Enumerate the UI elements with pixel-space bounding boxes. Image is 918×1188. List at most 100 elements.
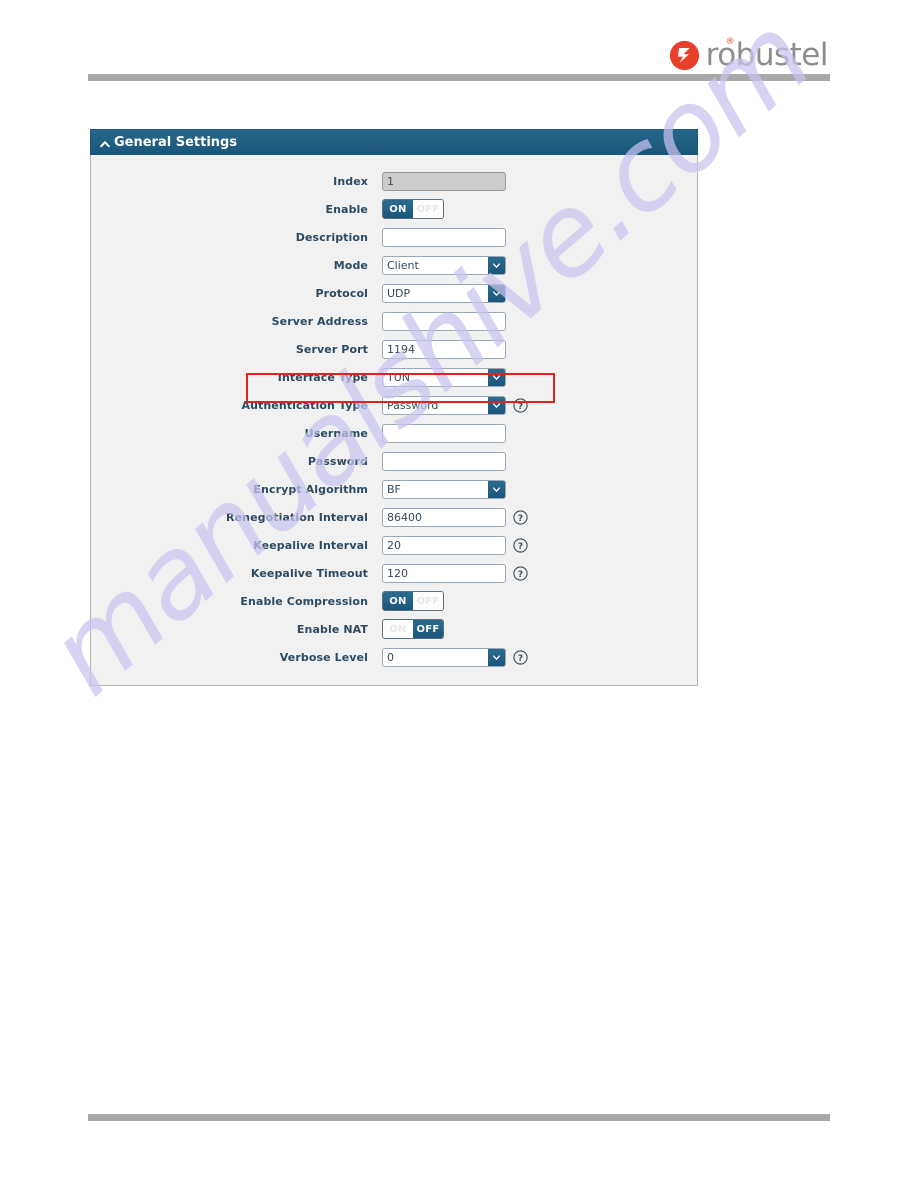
field-control-encrypt-algorithm: BF (382, 479, 528, 499)
renegotiation-interval-input[interactable] (382, 507, 506, 527)
field-label-description: Description (295, 230, 368, 244)
form-row-description: Description (91, 223, 697, 251)
enable-toggle-on[interactable]: ON (383, 200, 413, 218)
field-label-username: Username (304, 426, 368, 440)
form-row-keepalive-timeout: Keepalive Timeout? (91, 559, 697, 587)
panel-body: IndexEnableONOFFDescriptionModeClientPro… (91, 155, 697, 685)
mode-select-value: Client (387, 258, 419, 272)
enable-nat-toggle[interactable]: ON OFF (382, 619, 444, 639)
form-row-server-port: Server Port (91, 335, 697, 363)
field-control-mode: Client (382, 255, 528, 275)
field-label-verbose-level: Verbose Level (279, 650, 368, 664)
index-input (382, 171, 506, 191)
field-control-interface-type: TUN (382, 367, 528, 387)
keepalive-timeout-input[interactable] (382, 563, 506, 583)
page-header: robustel ® (0, 0, 918, 90)
field-label-enable-compression: Enable Compression (240, 594, 368, 608)
mode-select[interactable]: Client (382, 255, 506, 275)
form-row-verbose-level: Verbose Level 0? (91, 643, 697, 671)
form-row-protocol: Protocol UDP (91, 279, 697, 307)
interface-type-select[interactable]: TUN (382, 367, 506, 387)
field-label-server-address: Server Address (271, 314, 368, 328)
enable-toggle[interactable]: ON OFF (382, 199, 444, 219)
keepalive-interval-input[interactable] (382, 535, 506, 555)
protocol-select[interactable]: UDP (382, 283, 506, 303)
field-control-enable-compression: ON OFF (382, 591, 466, 611)
password-input[interactable] (382, 451, 506, 471)
general-settings-panel: General Settings IndexEnableONOFFDescrip… (90, 129, 698, 686)
enable-toggle-off[interactable]: OFF (413, 200, 443, 218)
field-label-server-port: Server Port (295, 342, 368, 356)
field-label-enable: Enable (325, 202, 368, 216)
chevron-down-icon[interactable] (488, 256, 505, 274)
field-control-authentication-type: Password? (382, 395, 528, 415)
authentication-type-select[interactable]: Password (382, 395, 506, 415)
field-control-verbose-level: 0? (382, 647, 528, 667)
interface-type-select-value: TUN (387, 370, 410, 384)
help-icon[interactable]: ? (513, 509, 528, 525)
form-row-password: Password (91, 447, 697, 475)
field-label-renegotiation-interval: Renegotiation Interval (226, 510, 368, 524)
field-label-encrypt-algorithm: Encrypt Algorithm (253, 482, 368, 496)
field-control-enable-nat: ON OFF (382, 619, 466, 639)
enable-compression-toggle-on[interactable]: ON (383, 592, 413, 610)
field-label-password: Password (307, 454, 368, 468)
enable-nat-toggle-on[interactable]: ON (383, 620, 413, 638)
caret-up-icon[interactable] (99, 137, 111, 149)
server-address-input[interactable] (382, 311, 506, 331)
brand-logo: robustel ® (669, 37, 830, 73)
form-row-enable: Enable ON OFF (91, 195, 697, 223)
chevron-down-icon[interactable] (488, 368, 505, 386)
field-control-description (382, 227, 528, 247)
chevron-down-icon[interactable] (488, 284, 505, 302)
help-icon[interactable]: ? (513, 649, 528, 665)
field-control-keepalive-interval: ? (382, 535, 528, 555)
form-row-server-address: Server Address (91, 307, 697, 335)
form-row-enable-nat: Enable NAT ON OFF (91, 615, 697, 643)
field-control-renegotiation-interval: ? (382, 507, 528, 527)
form-row-keepalive-interval: Keepalive Interval? (91, 531, 697, 559)
field-control-enable: ON OFF (382, 199, 466, 219)
form-row-index: Index (91, 167, 697, 195)
field-label-interface-type: Interface Type (277, 370, 368, 384)
field-control-keepalive-timeout: ? (382, 563, 528, 583)
field-label-mode: Mode (333, 258, 368, 272)
header-rule (88, 74, 830, 81)
help-icon[interactable]: ? (513, 397, 528, 413)
description-input[interactable] (382, 227, 506, 247)
field-label-authentication-type: Authentication Type (241, 398, 368, 412)
brand-name: robustel ® (705, 37, 830, 73)
brand-name-text: robustel (705, 37, 829, 73)
panel-header[interactable]: General Settings (90, 129, 698, 155)
username-input[interactable] (382, 423, 506, 443)
footer-rule (88, 1114, 830, 1121)
help-icon[interactable]: ? (513, 537, 528, 553)
svg-text:?: ? (518, 654, 523, 664)
enable-compression-toggle-off[interactable]: OFF (413, 592, 443, 610)
chevron-down-icon[interactable] (488, 396, 505, 414)
chevron-down-icon[interactable] (488, 480, 505, 498)
encrypt-algorithm-select[interactable]: BF (382, 479, 506, 499)
registered-trademark-icon: ® (725, 37, 735, 47)
form-row-username: Username (91, 419, 697, 447)
encrypt-algorithm-select-value: BF (387, 482, 401, 496)
verbose-level-select-value: 0 (387, 650, 394, 664)
field-label-protocol: Protocol (315, 286, 368, 300)
protocol-select-value: UDP (387, 286, 411, 300)
field-control-protocol: UDP (382, 283, 528, 303)
field-control-username (382, 423, 528, 443)
field-control-password (382, 451, 528, 471)
form-row-enable-compression: Enable Compression ON OFF (91, 587, 697, 615)
field-control-index (382, 171, 528, 191)
enable-nat-toggle-off[interactable]: OFF (413, 620, 443, 638)
field-label-keepalive-interval: Keepalive Interval (253, 538, 368, 552)
field-control-server-address (382, 311, 528, 331)
server-port-input[interactable] (382, 339, 506, 359)
field-control-server-port (382, 339, 528, 359)
field-label-enable-nat: Enable NAT (296, 622, 368, 636)
enable-compression-toggle[interactable]: ON OFF (382, 591, 444, 611)
chevron-down-icon[interactable] (488, 648, 505, 666)
help-icon[interactable]: ? (513, 565, 528, 581)
form-row-encrypt-algorithm: Encrypt Algorithm BF (91, 475, 697, 503)
verbose-level-select[interactable]: 0 (382, 647, 506, 667)
